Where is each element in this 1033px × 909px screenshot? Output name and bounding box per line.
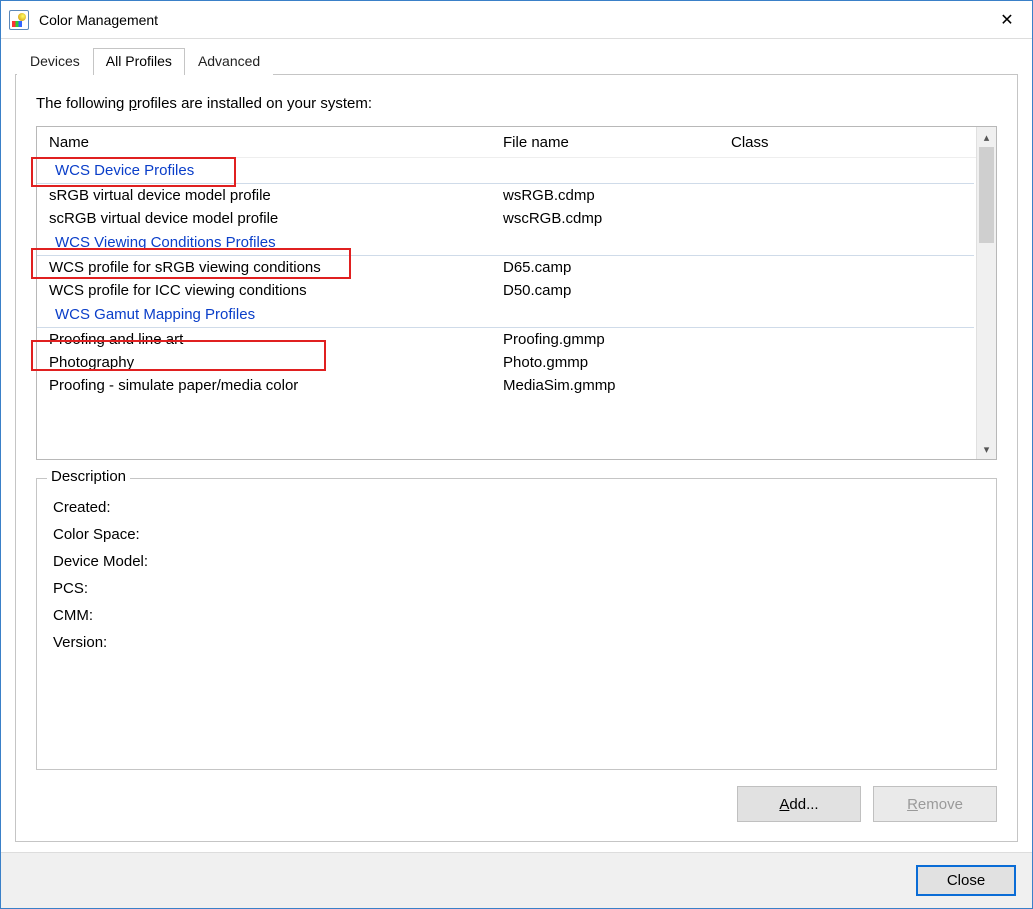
item-class bbox=[731, 377, 976, 394]
list-item[interactable]: WCS profile for sRGB viewing conditions … bbox=[37, 256, 976, 279]
tab-strip: Devices All Profiles Advanced bbox=[15, 47, 1018, 74]
titlebar: Color Management ✕ bbox=[1, 1, 1032, 39]
remove-button: Remove bbox=[873, 786, 997, 822]
desc-cmm: CMM: bbox=[53, 607, 980, 624]
list-item[interactable]: Proofing - simulate paper/media color Me… bbox=[37, 374, 976, 397]
dialog-footer: Close bbox=[1, 852, 1032, 908]
item-name: Proofing and line art bbox=[37, 331, 503, 348]
scrollbar[interactable]: ▴ ▾ bbox=[976, 127, 996, 459]
item-name: scRGB virtual device model profile bbox=[37, 210, 503, 227]
group-label: WCS Gamut Mapping Profiles bbox=[55, 306, 255, 323]
item-name: Photography bbox=[37, 354, 503, 371]
tab-page-all-profiles: The following profiles are installed on … bbox=[15, 74, 1018, 842]
desc-created: Created: bbox=[53, 499, 980, 516]
list-item[interactable]: Proofing and line art Proofing.gmmp bbox=[37, 328, 976, 351]
item-file: wscRGB.cdmp bbox=[503, 210, 731, 227]
item-file: D65.camp bbox=[503, 259, 731, 276]
list-item[interactable]: Photography Photo.gmmp bbox=[37, 351, 976, 374]
item-class bbox=[731, 187, 976, 204]
item-class bbox=[731, 354, 976, 371]
app-icon bbox=[9, 10, 29, 30]
item-name: WCS profile for sRGB viewing conditions bbox=[37, 259, 503, 276]
close-icon[interactable]: ✕ bbox=[982, 1, 1032, 39]
profiles-scroll-area[interactable]: Name File name Class WCS Device Profiles… bbox=[37, 127, 976, 459]
group-wcs-gamut-mapping[interactable]: WCS Gamut Mapping Profiles bbox=[37, 302, 974, 328]
item-name: Proofing - simulate paper/media color bbox=[37, 377, 503, 394]
scroll-thumb[interactable] bbox=[979, 147, 994, 243]
list-item[interactable]: WCS profile for ICC viewing conditions D… bbox=[37, 279, 976, 302]
client-area: Devices All Profiles Advanced The follow… bbox=[1, 39, 1032, 852]
description-group: Description Created: Color Space: Device… bbox=[36, 478, 997, 770]
color-management-window: Color Management ✕ Devices All Profiles … bbox=[0, 0, 1033, 909]
item-class bbox=[731, 331, 976, 348]
list-item[interactable]: sRGB virtual device model profile wsRGB.… bbox=[37, 184, 976, 207]
item-class bbox=[731, 259, 976, 276]
item-file: Photo.gmmp bbox=[503, 354, 731, 371]
add-button[interactable]: Add... bbox=[737, 786, 861, 822]
tab-all-profiles[interactable]: All Profiles bbox=[93, 48, 185, 75]
intro-text: The following profiles are installed on … bbox=[36, 95, 997, 112]
column-headers[interactable]: Name File name Class bbox=[37, 127, 976, 158]
group-wcs-device-profiles[interactable]: WCS Device Profiles bbox=[37, 158, 974, 184]
desc-color-space: Color Space: bbox=[53, 526, 980, 543]
scroll-down-icon[interactable]: ▾ bbox=[977, 439, 996, 459]
column-class[interactable]: Class bbox=[731, 134, 976, 151]
profiles-list: Name File name Class WCS Device Profiles… bbox=[36, 126, 997, 460]
list-item[interactable]: scRGB virtual device model profile wscRG… bbox=[37, 207, 976, 230]
button-row: Add... Remove bbox=[36, 786, 997, 822]
desc-pcs: PCS: bbox=[53, 580, 980, 597]
item-file: D50.camp bbox=[503, 282, 731, 299]
item-name: sRGB virtual device model profile bbox=[37, 187, 503, 204]
item-class bbox=[731, 282, 976, 299]
item-file: MediaSim.gmmp bbox=[503, 377, 731, 394]
column-file[interactable]: File name bbox=[503, 134, 731, 151]
group-wcs-viewing-conditions[interactable]: WCS Viewing Conditions Profiles bbox=[37, 230, 974, 256]
group-label: WCS Device Profiles bbox=[55, 162, 194, 179]
close-button[interactable]: Close bbox=[916, 865, 1016, 896]
tab-advanced[interactable]: Advanced bbox=[185, 48, 273, 75]
description-legend: Description bbox=[47, 468, 130, 485]
item-class bbox=[731, 210, 976, 227]
desc-device-model: Device Model: bbox=[53, 553, 980, 570]
window-title: Color Management bbox=[39, 12, 982, 28]
item-name: WCS profile for ICC viewing conditions bbox=[37, 282, 503, 299]
item-file: wsRGB.cdmp bbox=[503, 187, 731, 204]
scroll-up-icon[interactable]: ▴ bbox=[977, 127, 996, 147]
tab-devices[interactable]: Devices bbox=[17, 48, 93, 75]
item-file: Proofing.gmmp bbox=[503, 331, 731, 348]
desc-version: Version: bbox=[53, 634, 980, 651]
column-name[interactable]: Name bbox=[37, 134, 503, 151]
group-label: WCS Viewing Conditions Profiles bbox=[55, 234, 276, 251]
